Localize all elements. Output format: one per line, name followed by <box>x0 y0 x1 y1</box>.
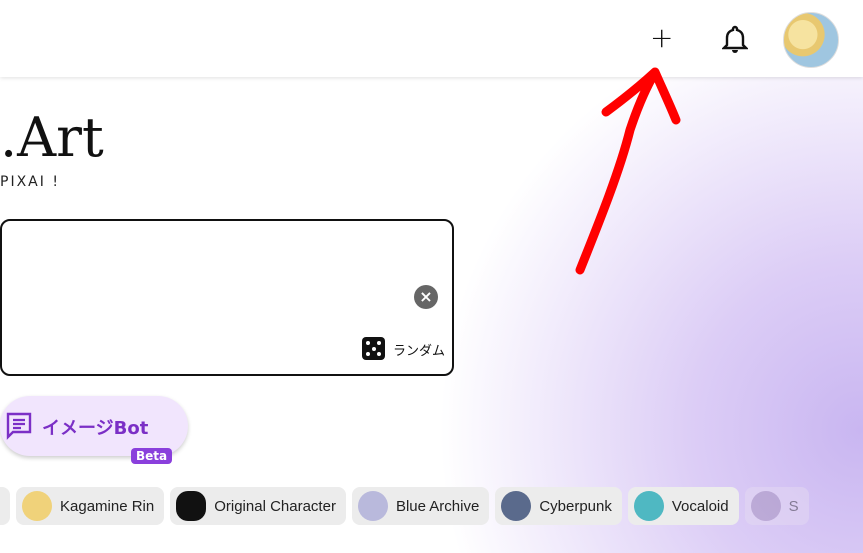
user-avatar[interactable] <box>783 12 839 68</box>
chat-icon <box>6 412 32 444</box>
chip-label: Vocaloid <box>671 497 729 515</box>
chip-vocaloid[interactable]: Vocaloid <box>627 487 739 525</box>
top-bar: + <box>0 0 863 77</box>
chip-avatar <box>501 491 532 521</box>
chip-avatar <box>176 491 207 521</box>
chip-label: Original Character <box>214 497 336 515</box>
prompt-input[interactable] <box>0 219 454 376</box>
page-title: .Art <box>0 106 104 169</box>
beta-badge: Beta <box>131 448 173 464</box>
plus-icon[interactable]: + <box>650 24 673 52</box>
chip-label: Cyberpunk <box>539 497 612 515</box>
chip-partial-s[interactable]: S <box>744 487 809 525</box>
page-subtitle: PIXAI ! <box>0 174 60 190</box>
chip-avatar <box>750 491 781 521</box>
chip-avatar <box>22 491 52 521</box>
chip-blue-archive[interactable]: Blue Archive <box>351 487 490 525</box>
tag-chips: Kagamine Rin Original Character Blue Arc… <box>0 487 863 525</box>
bell-icon[interactable] <box>721 24 749 58</box>
chip-avatar <box>633 491 664 521</box>
random-button[interactable]: ランダム <box>393 340 445 359</box>
chip-original-character[interactable]: Original Character <box>170 487 346 525</box>
image-bot-label: イメージBot <box>42 418 149 439</box>
close-circle-icon[interactable]: × <box>414 285 438 309</box>
chip-kagamine-rin[interactable]: Kagamine Rin <box>16 487 165 525</box>
chip-label: S <box>788 497 799 515</box>
dice-icon[interactable] <box>362 337 385 360</box>
chip-label: Kagamine Rin <box>60 497 155 515</box>
chip-partial[interactable] <box>0 487 10 525</box>
chip-cyberpunk[interactable]: Cyberpunk <box>495 487 622 525</box>
chip-label: Blue Archive <box>395 497 480 515</box>
chip-avatar <box>357 491 388 521</box>
